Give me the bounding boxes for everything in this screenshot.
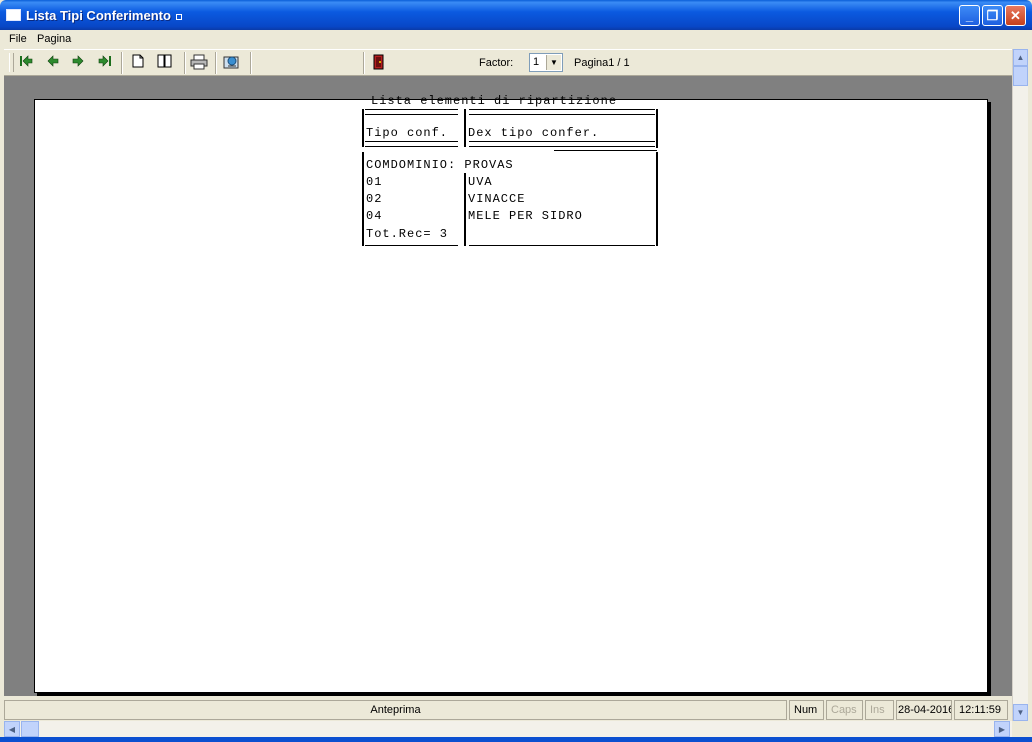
header-rule [365, 109, 458, 115]
factor-label: Factor: [479, 57, 514, 69]
chevron-down-icon[interactable]: ▼ [546, 55, 561, 70]
menu-file[interactable]: File [9, 33, 27, 45]
group-label: COMDOMINIO: PROVAS [366, 158, 514, 172]
report-page: Lista elementi di ripartizione Tipo conf… [34, 94, 988, 693]
page-indicator: Pagina1 / 1 [574, 57, 630, 69]
report-title: Lista elementi di ripartizione [371, 94, 618, 108]
toolbar-separator [121, 52, 123, 74]
two-pages-icon[interactable] [156, 54, 174, 72]
scroll-left-icon[interactable]: ◀ [4, 721, 20, 737]
export-icon[interactable] [223, 54, 241, 72]
app-window-icon[interactable] [6, 9, 21, 21]
horizontal-scrollbar[interactable]: ◀ ▶ [4, 721, 1012, 737]
column-divider [464, 173, 466, 246]
scroll-up-icon[interactable]: ▲ [1013, 49, 1028, 66]
table-border-right [656, 152, 658, 246]
header-rule [365, 141, 458, 147]
status-time: 12:11:59 [954, 700, 1008, 720]
row-code: 02 [366, 192, 383, 206]
header-rule [469, 141, 655, 147]
factor-select[interactable]: 1 ▼ [529, 53, 563, 72]
column-header-tipo: Tipo conf. [366, 126, 449, 140]
header-rule [469, 109, 655, 115]
window-bottom-border [0, 737, 1032, 742]
menu-bar: File Pagina [4, 30, 1028, 49]
scroll-right-icon[interactable]: ▶ [994, 721, 1010, 737]
menu-pagina[interactable]: Pagina [37, 33, 71, 45]
last-page-icon[interactable] [96, 54, 114, 72]
status-date: 28-04-2016 [896, 700, 952, 720]
first-page-icon[interactable] [17, 54, 35, 72]
table-bottom-rule [469, 245, 655, 246]
column-divider [464, 109, 466, 147]
row-description: MELE PER SIDRO [468, 209, 583, 223]
single-page-icon[interactable] [129, 54, 147, 72]
table-bottom-rule [365, 245, 458, 246]
window-title-text: Lista Tipi Conferimento [26, 8, 171, 23]
row-code: 04 [366, 209, 383, 223]
next-page-icon[interactable] [69, 54, 87, 72]
vertical-scrollbar[interactable]: ▲ ▼ [1012, 49, 1028, 721]
table-border-left [362, 109, 364, 147]
title-marker-icon [175, 13, 182, 20]
group-rule [554, 150, 657, 151]
status-ins: Ins [865, 700, 894, 720]
exit-door-icon[interactable] [370, 54, 388, 72]
toolbar-grip[interactable] [9, 53, 14, 72]
app-window: Lista Tipi Conferimento _ ❐ ✕ File Pagin… [0, 0, 1032, 742]
status-mode: Anteprima [4, 700, 787, 720]
close-button[interactable]: ✕ [1005, 5, 1026, 26]
status-bar: Anteprima Num Caps Ins 28-04-2016 12:11:… [4, 698, 1012, 721]
preview-area[interactable]: Lista elementi di ripartizione Tipo conf… [4, 76, 1012, 696]
window-title: Lista Tipi Conferimento [26, 8, 182, 23]
print-icon[interactable] [190, 54, 208, 72]
toolbar: Factor: 1 ▼ Pagina1 / 1 [4, 49, 1012, 76]
row-code: 01 [366, 175, 383, 189]
status-caps: Caps [826, 700, 863, 720]
column-header-dex: Dex tipo confer. [468, 126, 600, 140]
previous-page-icon[interactable] [44, 54, 62, 72]
table-border-left [362, 152, 364, 246]
toolbar-separator [215, 52, 217, 74]
scroll-down-icon[interactable]: ▼ [1013, 704, 1028, 721]
vertical-scroll-thumb[interactable] [1013, 66, 1028, 86]
toolbar-separator [250, 52, 252, 74]
row-description: VINACCE [468, 192, 526, 206]
horizontal-scroll-thumb[interactable] [21, 721, 39, 737]
table-border-right [656, 109, 658, 148]
toolbar-separator [184, 52, 186, 74]
row-description: UVA [468, 175, 493, 189]
status-num: Num [789, 700, 824, 720]
total-records: Tot.Rec= 3 [366, 227, 449, 241]
toolbar-separator [363, 52, 365, 74]
title-bar[interactable]: Lista Tipi Conferimento _ ❐ ✕ [0, 0, 1032, 30]
factor-value: 1 [533, 56, 540, 68]
minimize-button[interactable]: _ [959, 5, 980, 26]
restore-button[interactable]: ❐ [982, 5, 1003, 26]
